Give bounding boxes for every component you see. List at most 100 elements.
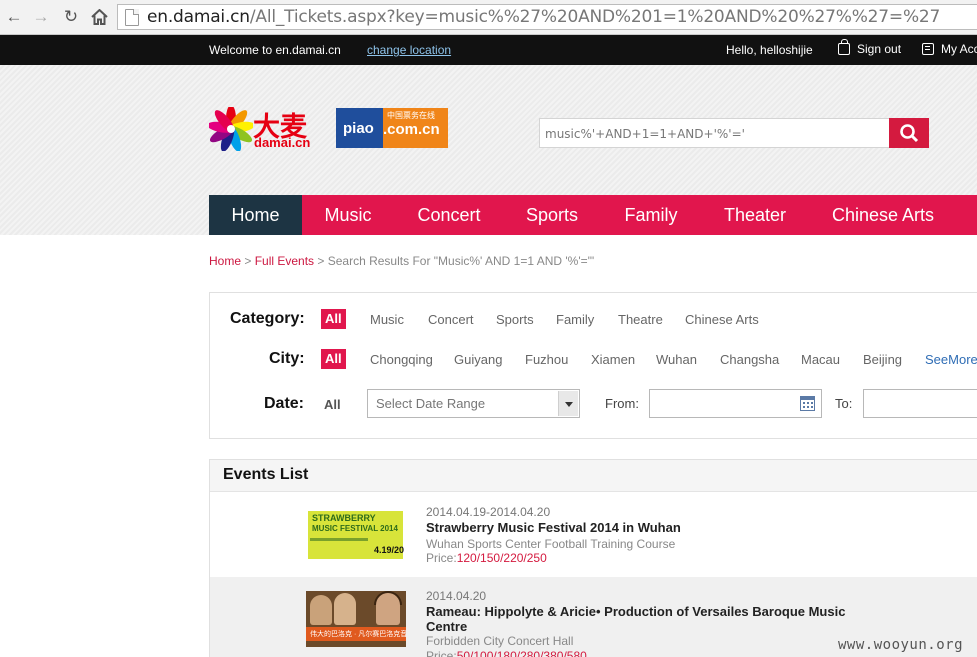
category-all-button[interactable]: All — [321, 309, 346, 329]
category-option-sports[interactable]: Sports — [496, 312, 534, 327]
thumbnail-portrait — [334, 593, 356, 625]
event-venue: Forbidden City Concert Hall — [426, 634, 574, 648]
page-icon — [125, 8, 139, 26]
city-all-button[interactable]: All — [321, 349, 346, 369]
reload-icon[interactable]: ↻ — [60, 6, 82, 28]
thumbnail-text: 伟大的巴洛克 · 凡尔赛巴洛克音乐中心 — [310, 631, 406, 638]
nav-concert[interactable]: Concert — [394, 195, 504, 235]
damai-flower-logo[interactable] — [209, 107, 253, 151]
filter-panel: Category: All Music Concert Sports Famil… — [209, 292, 977, 439]
sign-out-label: Sign out — [857, 42, 902, 56]
thumbnail-portrait — [310, 595, 332, 625]
thumbnail-strip — [310, 538, 368, 541]
city-option-changsha[interactable]: Changsha — [720, 352, 779, 367]
search-button[interactable] — [889, 118, 929, 148]
price-label: Price: — [426, 649, 457, 657]
search-icon — [900, 124, 919, 143]
nav-chinese-arts[interactable]: Chinese Arts — [808, 195, 958, 235]
event-venue: Wuhan Sports Center Football Training Co… — [426, 537, 676, 551]
city-label: City: — [269, 350, 305, 367]
my-account-label: My Acco — [941, 42, 977, 56]
city-option-fuzhou[interactable]: Fuzhou — [525, 352, 568, 367]
date-label: Date: — [264, 395, 305, 412]
browser-toolbar: ← → ↻ en.damai.cn/All_Tickets.aspx?key=m… — [0, 0, 977, 35]
from-label: From: — [605, 396, 639, 411]
city-option-guiyang[interactable]: Guiyang — [454, 352, 502, 367]
event-title-link[interactable]: Strawberry Music Festival 2014 in Wuhan — [426, 520, 681, 535]
nav-home[interactable]: Home — [209, 195, 302, 235]
event-date: 2014.04.19-2014.04.20 — [426, 505, 551, 519]
watermark-text: www.wooyun.org — [838, 637, 964, 653]
document-icon — [922, 43, 934, 55]
chevron-down-icon — [558, 391, 578, 416]
damai-logo-english[interactable]: damai.cn — [254, 135, 310, 150]
breadcrumb: Home > Full Events > Search Results For … — [209, 254, 594, 268]
back-arrow-icon[interactable]: ← — [3, 6, 25, 28]
category-label: Category: — [230, 310, 305, 327]
price-values: 120/150/220/250 — [456, 551, 547, 565]
breadcrumb-home[interactable]: Home — [209, 254, 241, 268]
events-list-title: Events List — [223, 466, 309, 483]
url-text: en.damai.cn/All_Tickets.aspx?key=music%%… — [147, 7, 940, 27]
nav-music[interactable]: Music — [302, 195, 394, 235]
events-list: Events List STRAWBERRY MUSIC FESTIVAL 20… — [209, 459, 977, 657]
event-title-link[interactable]: Rameau: Hippolyte & Aricie• Production o… — [426, 604, 846, 634]
price-label: Price: — [426, 551, 457, 565]
address-bar[interactable]: en.damai.cn/All_Tickets.aspx?key=music%%… — [117, 4, 977, 30]
thumbnail-date: 4.19/20 — [374, 545, 405, 555]
nav-family[interactable]: Family — [600, 195, 702, 235]
breadcrumb-separator: > — [241, 254, 255, 268]
event-price: Price:50/100/180/280/380/580 — [426, 649, 587, 657]
hello-user-text: Hello, helloshijie — [726, 43, 813, 57]
piao-logo[interactable]: piao 中国票务在线 .com.cn — [336, 108, 448, 148]
category-option-chinese-arts[interactable]: Chinese Arts — [685, 312, 759, 327]
thumbnail-text: STRAWBERRY — [312, 513, 376, 523]
sign-out-link[interactable]: Sign out — [838, 39, 902, 56]
nav-theater[interactable]: Theater — [702, 195, 808, 235]
city-option-wuhan[interactable]: Wuhan — [656, 352, 697, 367]
change-location-link[interactable]: change location — [367, 43, 451, 57]
events-list-header: Events List — [210, 460, 977, 492]
main-navigation: Home Music Concert Sports Family Theater… — [209, 195, 977, 235]
my-account-link[interactable]: My Acco — [922, 42, 977, 56]
see-more-cities-link[interactable]: SeeMore — [925, 352, 977, 367]
date-range-select-value: Select Date Range — [376, 396, 486, 411]
lock-icon — [838, 39, 850, 55]
piao-logo-domain: .com.cn — [383, 121, 440, 138]
city-option-xiamen[interactable]: Xiamen — [591, 352, 635, 367]
category-option-concert[interactable]: Concert — [428, 312, 474, 327]
breadcrumb-full-events[interactable]: Full Events — [255, 254, 314, 268]
to-label: To: — [835, 396, 853, 411]
city-option-chongqing[interactable]: Chongqing — [370, 352, 433, 367]
forward-arrow-icon[interactable]: → — [30, 6, 52, 28]
welcome-text: Welcome to en.damai.cn — [209, 43, 341, 57]
category-option-theatre[interactable]: Theatre — [618, 312, 663, 327]
city-option-beijing[interactable]: Beijing — [863, 352, 902, 367]
event-price: Price:120/150/220/250 — [426, 551, 547, 565]
home-icon[interactable] — [88, 6, 110, 28]
url-path: /All_Tickets.aspx?key=music%%27%20AND%20… — [249, 7, 941, 27]
search-input[interactable]: music%'+AND+1=1+AND+'%'=' — [539, 118, 890, 148]
top-bar: Welcome to en.damai.cn change location H… — [0, 35, 977, 65]
city-option-macau[interactable]: Macau — [801, 352, 840, 367]
url-host: en.damai.cn — [147, 7, 250, 27]
from-date-input[interactable] — [649, 389, 822, 418]
piao-logo-domain-box: 中国票务在线 .com.cn — [383, 108, 448, 148]
category-option-family[interactable]: Family — [556, 312, 594, 327]
date-range-select[interactable]: Select Date Range — [367, 389, 580, 418]
piao-logo-prefix: piao — [343, 119, 374, 137]
event-date: 2014.04.20 — [426, 589, 487, 603]
event-row[interactable]: STRAWBERRY MUSIC FESTIVAL 2014 4.19/20 2… — [210, 493, 977, 577]
breadcrumb-current: > Search Results For "Music%' AND 1=1 AN… — [314, 254, 595, 268]
date-all-option[interactable]: All — [324, 397, 341, 412]
to-date-input[interactable] — [863, 389, 977, 418]
event-thumbnail[interactable]: 伟大的巴洛克 · 凡尔赛巴洛克音乐中心 — [306, 591, 406, 647]
category-option-music[interactable]: Music — [370, 312, 404, 327]
price-values: 50/100/180/280/380/580 — [456, 649, 587, 657]
event-thumbnail[interactable]: STRAWBERRY MUSIC FESTIVAL 2014 4.19/20 — [306, 505, 406, 561]
piao-logo-chinese: 中国票务在线 — [387, 111, 435, 120]
thumbnail-portrait — [376, 593, 400, 625]
thumbnail-text: MUSIC FESTIVAL 2014 — [312, 524, 398, 533]
calendar-icon[interactable] — [800, 396, 815, 411]
nav-sports[interactable]: Sports — [504, 195, 600, 235]
